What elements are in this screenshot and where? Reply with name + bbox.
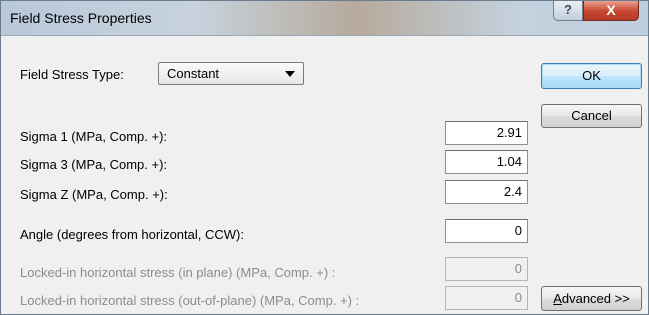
ok-button-label: OK bbox=[582, 68, 601, 83]
sigma1-label: Sigma 1 (MPa, Comp. +): bbox=[20, 129, 168, 144]
ok-button[interactable]: OK bbox=[541, 63, 642, 89]
field-stress-type-label: Field Stress Type: bbox=[20, 67, 124, 82]
field-stress-type-dropdown[interactable]: Constant bbox=[158, 62, 304, 85]
sigma3-label: Sigma 3 (MPa, Comp. +): bbox=[20, 157, 168, 172]
close-icon: X bbox=[606, 2, 616, 18]
locked-in-plane-label: Locked-in horizontal stress (in plane) (… bbox=[20, 265, 336, 280]
advanced-button[interactable]: Advanced >> bbox=[541, 286, 642, 311]
field-stress-properties-dialog: Field Stress Properties ? X Field Stress… bbox=[0, 0, 649, 315]
angle-input[interactable]: 0 bbox=[445, 219, 528, 243]
locked-out-of-plane-input: 0 bbox=[445, 286, 528, 310]
sigma1-input[interactable]: 2.91 bbox=[445, 121, 528, 145]
angle-label: Angle (degrees from horizontal, CCW): bbox=[20, 227, 244, 242]
help-button[interactable]: ? bbox=[553, 1, 583, 21]
close-button[interactable]: X bbox=[583, 1, 639, 21]
chevron-down-icon bbox=[285, 71, 295, 77]
locked-out-of-plane-label: Locked-in horizontal stress (out-of-plan… bbox=[20, 293, 360, 308]
dialog-title: Field Stress Properties bbox=[10, 10, 152, 26]
cancel-button-label: Cancel bbox=[571, 108, 612, 123]
locked-in-plane-input: 0 bbox=[445, 257, 528, 281]
title-bar[interactable]: Field Stress Properties ? X bbox=[1, 1, 648, 36]
advanced-button-label: Advanced >> bbox=[553, 291, 630, 306]
field-stress-type-value: Constant bbox=[167, 66, 220, 81]
sigmaz-label: Sigma Z (MPa, Comp. +): bbox=[20, 187, 168, 202]
sigmaz-input[interactable]: 2.4 bbox=[445, 180, 528, 204]
help-icon: ? bbox=[564, 2, 572, 17]
sigma3-input[interactable]: 1.04 bbox=[445, 150, 528, 174]
cancel-button[interactable]: Cancel bbox=[541, 104, 642, 128]
